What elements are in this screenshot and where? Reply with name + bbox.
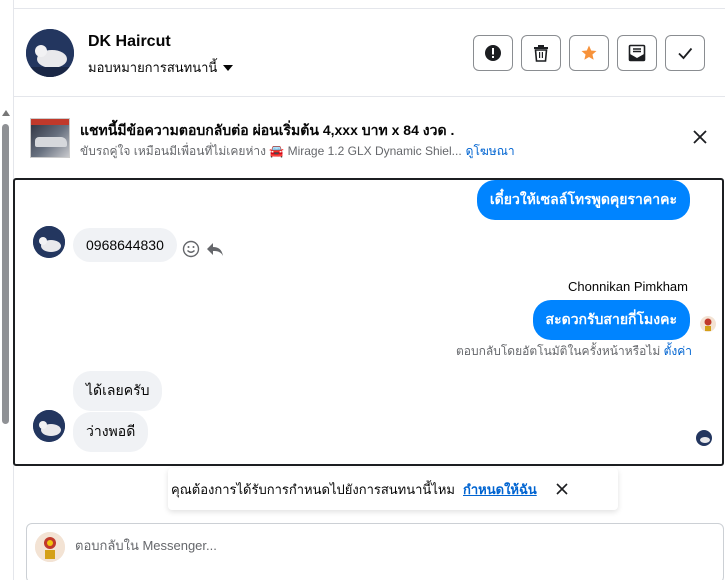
contact-avatar[interactable]	[26, 29, 74, 77]
conversation-header: DK Haircut มอบหมายการสนทนานี้	[14, 9, 725, 97]
close-icon[interactable]	[555, 482, 569, 496]
ad-thumbnail[interactable]	[30, 118, 70, 158]
close-icon[interactable]	[691, 128, 709, 146]
saved-replies-icon[interactable]	[603, 570, 619, 580]
view-ad-link[interactable]: ดูโฆษณา	[466, 142, 515, 161]
mark-unread-button[interactable]	[617, 35, 657, 71]
mark-done-button[interactable]	[665, 35, 705, 71]
contact-avatar-small[interactable]	[33, 226, 65, 258]
message-incoming[interactable]: 0968644830	[73, 228, 177, 262]
reply-composer	[26, 523, 724, 580]
sender-name: Chonnikan Pimkham	[568, 279, 688, 294]
message-outgoing[interactable]: สะดวกรับสายกี่โมงคะ	[532, 300, 690, 340]
agent-read-avatar	[700, 316, 716, 332]
assign-conversation-dropdown[interactable]: มอบหมายการสนทนานี้	[88, 57, 234, 78]
page-avatar	[35, 532, 65, 562]
gif-icon[interactable]	[663, 570, 679, 580]
scroll-up-arrow-icon[interactable]	[2, 110, 10, 116]
reply-icon[interactable]	[206, 240, 224, 258]
spam-icon	[485, 45, 501, 61]
attach-icon[interactable]	[573, 570, 589, 580]
star-button[interactable]	[569, 35, 609, 71]
ad-description: ขับรถคู่ใจ เหมือนมีเพื่อนที่ไม่เคยห่าง 🚘…	[80, 142, 515, 161]
assign-reminder-text: คุณต้องการได้รับการกำหนดไปยังการสนทนานี้…	[171, 481, 455, 497]
message-incoming[interactable]: ได้เลยครับ	[73, 371, 163, 411]
assign-label: มอบหมายการสนทนานี้	[88, 60, 218, 75]
star-icon	[581, 45, 597, 60]
scrollbar[interactable]	[0, 110, 11, 440]
mark-unread-icon	[628, 44, 646, 62]
scroll-thumb[interactable]	[2, 124, 9, 424]
header-actions	[473, 35, 705, 71]
message-incoming[interactable]: ว่างพอดี	[73, 412, 149, 452]
auto-reply-note: ตอบกลับโดยอัตโนมัติในครั้งหน้าหรือไม่ ตั…	[456, 342, 692, 361]
check-icon	[678, 47, 693, 60]
assign-reminder: คุณต้องการได้รับการกำหนดไปยังการสนทนานี้…	[168, 468, 618, 510]
ad-context-banner: แชทนี้มีข้อความตอบกลับต่อ ผ่อนเริ่มต้น 4…	[14, 98, 725, 176]
emoji-icon[interactable]	[633, 570, 649, 580]
delete-button[interactable]	[521, 35, 561, 71]
trash-icon	[534, 45, 548, 62]
contact-read-avatar	[696, 430, 712, 446]
caret-down-icon	[223, 64, 234, 71]
contact-name[interactable]: DK Haircut	[88, 33, 171, 51]
contact-avatar-small[interactable]	[33, 410, 65, 442]
composer-tools	[573, 570, 709, 580]
auto-reply-note-text: ตอบกลับโดยอัตโนมัติในครั้งหน้าหรือไม่	[456, 344, 661, 358]
message-tools	[182, 240, 224, 258]
reply-input[interactable]	[75, 538, 635, 553]
auto-reply-settings-link[interactable]: ตั้งค่า	[664, 344, 692, 358]
message-thread[interactable]: เดี๋ยวให้เซลล์โทรพูดคุยราคาคะ 0968644830…	[13, 178, 724, 466]
ad-title: แชทนี้มีข้อความตอบกลับต่อ ผ่อนเริ่มต้น 4…	[80, 122, 455, 138]
message-outgoing[interactable]: เดี๋ยวให้เซลล์โทรพูดคุยราคาคะ	[476, 180, 690, 220]
like-icon[interactable]	[693, 570, 709, 580]
spam-button[interactable]	[473, 35, 513, 71]
ad-description-text: ขับรถคู่ใจ เหมือนมีเพื่อนที่ไม่เคยห่าง 🚘…	[80, 144, 462, 158]
assign-to-me-link[interactable]: กำหนดให้ฉัน	[463, 479, 537, 500]
emoji-react-icon[interactable]	[182, 240, 200, 258]
